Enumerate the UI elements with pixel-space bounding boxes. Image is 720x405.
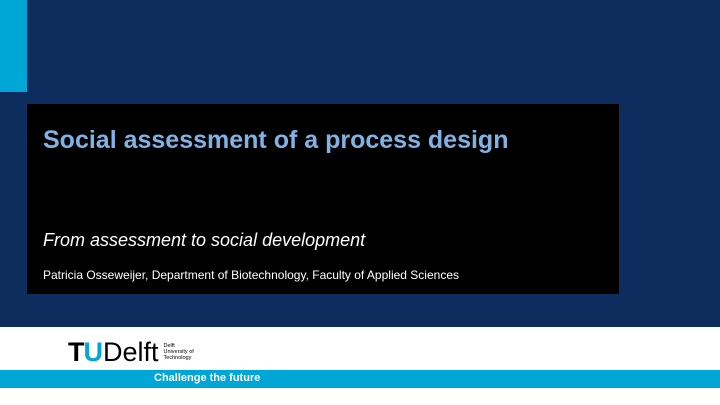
logo-subtext: Delft University of Technology (164, 343, 194, 361)
tu-t: T (68, 336, 84, 367)
tudelft-logo: TU Delft Delft University of Technology (68, 336, 194, 368)
footer-bottom (0, 388, 720, 405)
slide-subtitle: From assessment to social development (43, 230, 366, 250)
slide-author: Patricia Osseweijer, Department of Biote… (43, 268, 459, 282)
tu-mark: TU (68, 336, 103, 367)
slide-title: Social assessment of a process design (43, 126, 509, 154)
title-box: Social assessment of a process design Fr… (27, 104, 619, 294)
footer-band (0, 370, 720, 388)
logo-sub-line3: Technology (163, 355, 192, 361)
accent-bar (0, 0, 27, 92)
footer-tagline: Challenge the future (154, 372, 261, 384)
logo-delft-word: Delft (103, 336, 159, 367)
tu-u: U (83, 336, 103, 367)
